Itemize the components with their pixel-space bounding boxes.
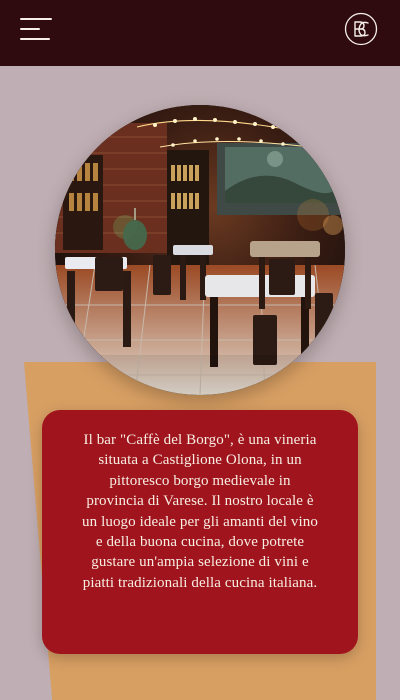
description-card: Il bar "Caffè del Borgo", è una vineria … (42, 410, 358, 654)
menu-line-bottom (20, 38, 50, 40)
restaurant-interior-illustration (55, 105, 345, 395)
menu-line-top (20, 18, 52, 20)
menu-line-middle (20, 28, 40, 30)
logo-icon[interactable] (344, 12, 378, 46)
description-text: Il bar "Caffè del Borgo", è una vineria … (82, 432, 318, 591)
restaurant-interior-photo (55, 105, 345, 395)
hamburger-menu-icon[interactable] (18, 16, 52, 42)
top-header (0, 0, 400, 66)
